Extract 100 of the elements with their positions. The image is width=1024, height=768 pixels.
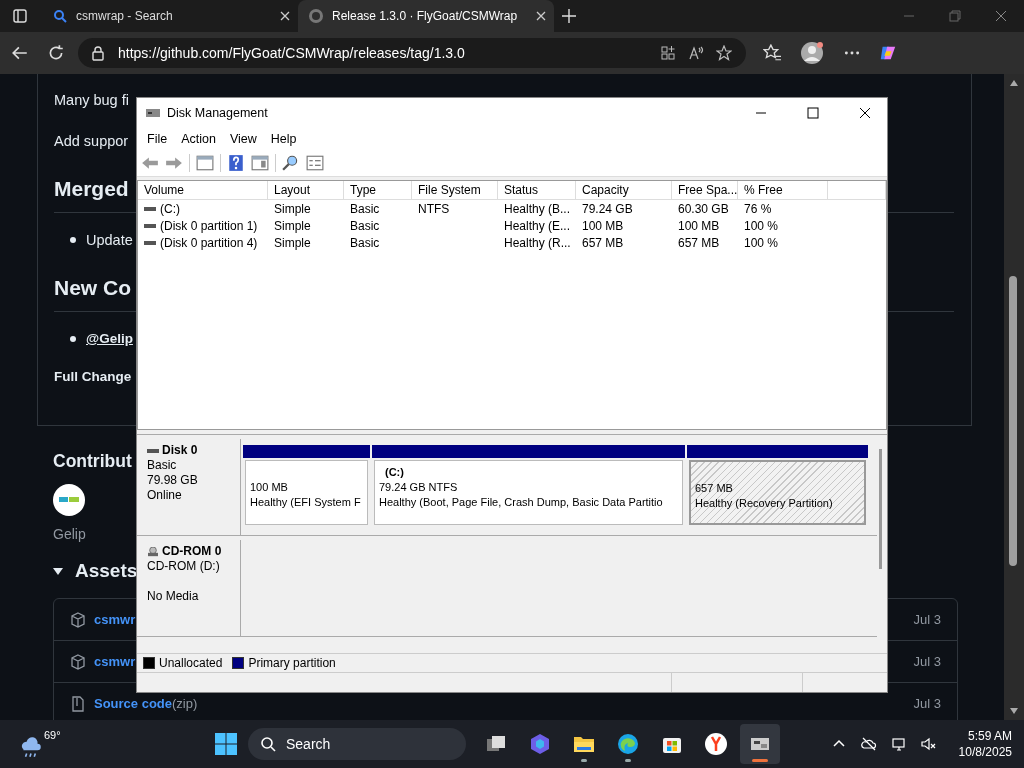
- partition-status: Healthy (Boot, Page File, Crash Dump, Basic Data Partitio: [379, 495, 664, 510]
- hexagon-app-icon: [528, 732, 552, 756]
- apps-icon[interactable]: [660, 45, 676, 61]
- tab-actions-icon[interactable]: [12, 8, 28, 24]
- paragraph-text: Add suppor: [54, 132, 129, 151]
- legend-label: Primary partition: [248, 656, 336, 670]
- properties-icon[interactable]: [306, 154, 324, 172]
- table-cell: 60.30 GB: [678, 201, 729, 216]
- close-icon[interactable]: [859, 107, 871, 119]
- help-icon[interactable]: [227, 154, 245, 172]
- asset-link[interactable]: Source code(zip): [94, 696, 198, 711]
- user-link[interactable]: @Gelip: [86, 328, 133, 350]
- browser-tab[interactable]: Release 1.3.0 · FlyGoat/CSMWrap: [298, 0, 554, 32]
- table-cell: 76 %: [744, 201, 772, 216]
- partition-status: Healthy (Recovery Partition): [695, 496, 834, 511]
- volume-icon: [144, 222, 156, 229]
- volume-icon: [144, 205, 156, 212]
- zip-file-icon: [70, 695, 86, 712]
- section-heading: Assets: [75, 559, 138, 583]
- bullet-dot: [70, 336, 76, 342]
- scroll-down-icon[interactable]: [1009, 706, 1019, 716]
- disk-info: CD-ROM (D:): [147, 559, 221, 574]
- disk-info: No Media: [147, 589, 200, 604]
- console-tree-icon[interactable]: [196, 154, 214, 172]
- refresh-icon[interactable]: [47, 44, 65, 62]
- menu-item[interactable]: Help: [263, 132, 304, 146]
- table-cell: 657 MB: [582, 235, 624, 250]
- asset-date: Jul 3: [913, 654, 941, 669]
- section-heading: New Co: [54, 275, 131, 301]
- volume-icon: [144, 239, 156, 246]
- letter-y-logo-icon: [704, 732, 728, 756]
- partition-label: (C:): [385, 465, 405, 480]
- asset-link[interactable]: csmwr: [94, 612, 136, 627]
- table-cell: (Disk 0 partition 1): [160, 218, 258, 233]
- lock-icon: [90, 45, 106, 61]
- changelog-text: Full Change: [54, 368, 132, 386]
- profile-avatar-icon[interactable]: [800, 41, 824, 65]
- table-cell: 657 MB: [678, 235, 720, 250]
- scrollbar-thumb[interactable]: [1009, 276, 1017, 566]
- table-cell: (C:): [160, 201, 180, 216]
- scrollbar[interactable]: [1004, 74, 1024, 720]
- package-icon: [70, 611, 86, 628]
- action-pane-icon[interactable]: [251, 154, 269, 172]
- column-header[interactable]: File System: [412, 181, 498, 199]
- table-cell: Healthy (E...: [504, 218, 571, 233]
- star-icon[interactable]: [716, 45, 732, 61]
- column-header[interactable]: Status: [498, 181, 576, 199]
- window-title: Disk Management: [167, 106, 268, 120]
- table-cell: 79.24 GB: [582, 201, 633, 216]
- bullet-dot: [70, 237, 76, 243]
- column-header[interactable]: Layout: [268, 181, 344, 199]
- menu-item[interactable]: Action: [174, 132, 223, 146]
- disk-name: CD-ROM 0: [162, 544, 222, 559]
- scroll-up-icon[interactable]: [1009, 78, 1019, 88]
- disk-info: Basic: [147, 458, 178, 473]
- column-header[interactable]: Volume: [138, 181, 268, 199]
- browser-tab[interactable]: csmwrap - Search: [42, 0, 298, 32]
- new-tab-icon[interactable]: [562, 9, 576, 23]
- clock-date[interactable]: 10/8/2025: [958, 744, 1012, 760]
- maximize-icon[interactable]: [807, 107, 819, 119]
- table-cell: (Disk 0 partition 4): [160, 235, 258, 250]
- table-cell: 100 MB: [582, 218, 624, 233]
- table-cell: Healthy (R...: [504, 235, 571, 250]
- table-cell: Basic: [350, 218, 380, 233]
- disk-name: Disk 0: [162, 443, 198, 458]
- table-cell: Basic: [350, 201, 380, 216]
- table-cell: Simple: [274, 218, 311, 233]
- table-cell: 100 MB: [678, 218, 720, 233]
- back-icon[interactable]: [11, 44, 29, 62]
- clock-time[interactable]: 5:59 AM: [967, 728, 1012, 744]
- section-heading: Merged: [54, 176, 129, 202]
- network-icon[interactable]: [890, 736, 907, 752]
- search-box[interactable]: Search: [248, 728, 466, 760]
- copilot-icon[interactable]: [879, 44, 897, 62]
- column-header[interactable]: Capacity: [576, 181, 672, 199]
- magnifier-icon[interactable]: [282, 154, 300, 172]
- cloud-off-icon[interactable]: [860, 736, 877, 752]
- volume-muted-icon[interactable]: [920, 736, 937, 752]
- partition-size: 100 MB: [250, 480, 289, 495]
- column-header[interactable]: % Free: [738, 181, 828, 199]
- collapse-triangle-icon[interactable]: [53, 566, 63, 576]
- package-icon: [70, 653, 86, 670]
- column-header[interactable]: Type: [344, 181, 412, 199]
- table-cell: Simple: [274, 235, 311, 250]
- table-cell: 100 %: [744, 235, 779, 250]
- table-cell: Healthy (B...: [504, 201, 571, 216]
- table-cell: 100 %: [744, 218, 779, 233]
- legend-label: Unallocated: [159, 656, 223, 670]
- favorites-icon[interactable]: [763, 44, 781, 62]
- temperature-text: 69°: [44, 729, 61, 741]
- asset-link[interactable]: csmwr: [94, 654, 136, 669]
- section-heading: Contribut: [53, 450, 132, 473]
- list-item-text: Update: [86, 231, 133, 250]
- menu-item[interactable]: File: [140, 132, 175, 146]
- contributor-name[interactable]: Gelip: [53, 526, 86, 542]
- address-bar[interactable]: https://github.com/FlyGoat/CSMWrap/releases/tag/1.3.0: [78, 38, 746, 68]
- read-aloud-icon[interactable]: [688, 45, 704, 61]
- column-header[interactable]: Free Spa...: [672, 181, 738, 199]
- windows-start-icon[interactable]: [214, 732, 238, 756]
- menu-item[interactable]: View: [222, 132, 264, 146]
